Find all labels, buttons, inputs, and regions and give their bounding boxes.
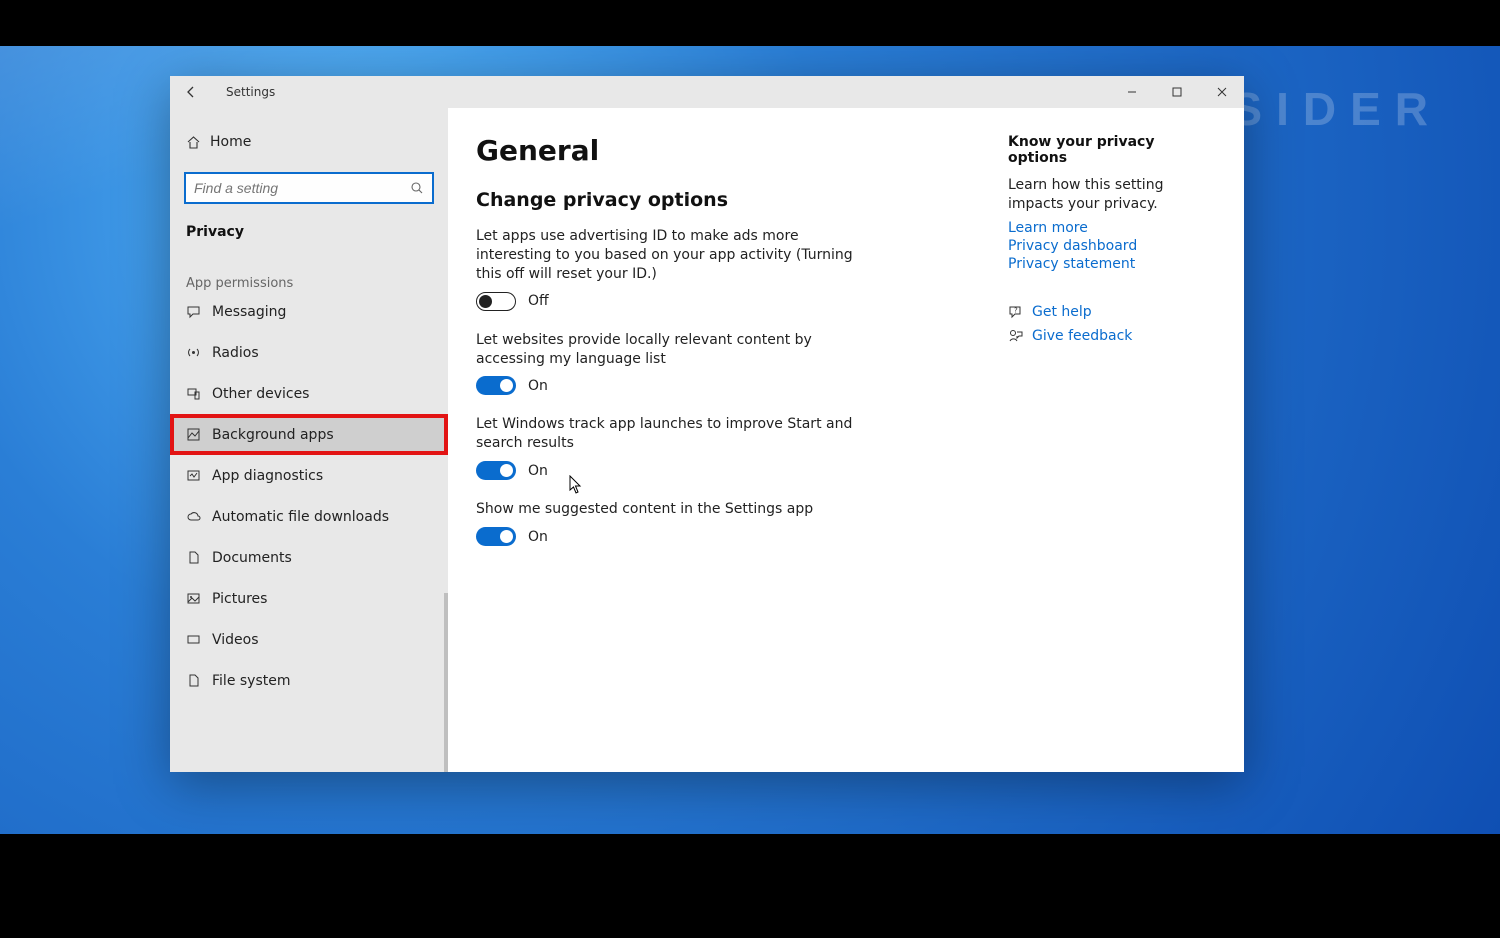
videos-icon bbox=[186, 632, 212, 647]
toggle-advertising-id[interactable] bbox=[476, 292, 516, 311]
sidebar-home[interactable]: Home bbox=[170, 122, 448, 162]
info-body: Learn how this setting impacts your priv… bbox=[1008, 176, 1214, 214]
get-help-link[interactable]: ? Get help bbox=[1008, 304, 1214, 320]
home-label: Home bbox=[210, 134, 251, 150]
file-icon bbox=[186, 673, 212, 688]
sidebar-label: File system bbox=[212, 673, 291, 689]
toggle-state-label: On bbox=[528, 378, 548, 394]
feedback-icon bbox=[1008, 328, 1032, 344]
give-feedback-link[interactable]: Give feedback bbox=[1008, 328, 1214, 344]
sidebar-label: Other devices bbox=[212, 386, 309, 402]
option-suggested-content: Show me suggested content in the Setting… bbox=[476, 500, 980, 546]
sidebar-label: Videos bbox=[212, 632, 259, 648]
minimize-button[interactable] bbox=[1109, 76, 1154, 108]
option-description: Let websites provide locally relevant co… bbox=[476, 331, 876, 369]
svg-text:?: ? bbox=[1014, 306, 1018, 314]
page-title: General bbox=[476, 134, 980, 167]
toggle-state-label: On bbox=[528, 529, 548, 545]
sidebar: Home Privacy App permissions Messaging bbox=[170, 108, 448, 772]
sidebar-item-automatic-file-downloads[interactable]: Automatic file downloads bbox=[170, 496, 448, 537]
settings-window: Settings Home bbox=[170, 76, 1244, 772]
sidebar-item-documents[interactable]: Documents bbox=[170, 537, 448, 578]
section-heading: Change privacy options bbox=[476, 189, 980, 211]
option-track-launches: Let Windows track app launches to improv… bbox=[476, 415, 980, 480]
sidebar-item-videos[interactable]: Videos bbox=[170, 619, 448, 660]
document-icon bbox=[186, 550, 212, 565]
sidebar-item-pictures[interactable]: Pictures bbox=[170, 578, 448, 619]
help-label: Get help bbox=[1032, 304, 1092, 320]
sidebar-label: Documents bbox=[212, 550, 292, 566]
search-input[interactable] bbox=[194, 180, 410, 196]
link-privacy-statement[interactable]: Privacy statement bbox=[1008, 256, 1214, 272]
sidebar-group-label: App permissions bbox=[170, 248, 448, 291]
option-description: Show me suggested content in the Setting… bbox=[476, 500, 876, 519]
search-box[interactable] bbox=[184, 172, 434, 204]
toggle-state-label: On bbox=[528, 463, 548, 479]
toggle-track-launches[interactable] bbox=[476, 461, 516, 480]
feedback-label: Give feedback bbox=[1032, 328, 1132, 344]
radios-icon bbox=[186, 345, 212, 360]
option-advertising-id: Let apps use advertising ID to make ads … bbox=[476, 227, 980, 311]
sidebar-item-app-diagnostics[interactable]: App diagnostics bbox=[170, 455, 448, 496]
main-pane: General Change privacy options Let apps … bbox=[448, 108, 1244, 772]
info-heading: Know your privacy options bbox=[1008, 134, 1214, 166]
link-learn-more[interactable]: Learn more bbox=[1008, 220, 1214, 236]
maximize-button[interactable] bbox=[1154, 76, 1199, 108]
sidebar-label: Pictures bbox=[212, 591, 267, 607]
sidebar-label: Background apps bbox=[212, 427, 334, 443]
window-title: Settings bbox=[226, 85, 275, 99]
close-button[interactable] bbox=[1199, 76, 1244, 108]
sidebar-label: Messaging bbox=[212, 304, 286, 320]
background-apps-icon bbox=[186, 427, 212, 442]
option-language-list: Let websites provide locally relevant co… bbox=[476, 331, 980, 396]
option-description: Let apps use advertising ID to make ads … bbox=[476, 227, 876, 284]
back-button[interactable] bbox=[184, 85, 204, 99]
sidebar-item-other-devices[interactable]: Other devices bbox=[170, 373, 448, 414]
toggle-suggested-content[interactable] bbox=[476, 527, 516, 546]
titlebar: Settings bbox=[170, 76, 1244, 108]
sidebar-label: Automatic file downloads bbox=[212, 509, 389, 525]
sidebar-item-messaging[interactable]: Messaging bbox=[170, 291, 448, 332]
pictures-icon bbox=[186, 591, 212, 606]
diagnostics-icon bbox=[186, 468, 212, 483]
sidebar-item-file-system[interactable]: File system bbox=[170, 660, 448, 701]
help-icon: ? bbox=[1008, 304, 1032, 320]
sidebar-item-radios[interactable]: Radios bbox=[170, 332, 448, 373]
messaging-icon bbox=[186, 304, 212, 319]
sidebar-label: App diagnostics bbox=[212, 468, 323, 484]
toggle-language-list[interactable] bbox=[476, 376, 516, 395]
option-description: Let Windows track app launches to improv… bbox=[476, 415, 876, 453]
link-privacy-dashboard[interactable]: Privacy dashboard bbox=[1008, 238, 1214, 254]
home-icon bbox=[186, 135, 210, 150]
sidebar-item-background-apps[interactable]: Background apps bbox=[170, 414, 448, 455]
info-panel: Know your privacy options Learn how this… bbox=[1008, 108, 1244, 772]
sidebar-scrollbar[interactable] bbox=[444, 593, 448, 772]
sidebar-label: Radios bbox=[212, 345, 259, 361]
search-icon bbox=[410, 181, 424, 195]
sidebar-category: Privacy bbox=[170, 204, 448, 248]
toggle-state-label: Off bbox=[528, 293, 549, 309]
devices-icon bbox=[186, 386, 212, 401]
cloud-icon bbox=[186, 509, 212, 524]
